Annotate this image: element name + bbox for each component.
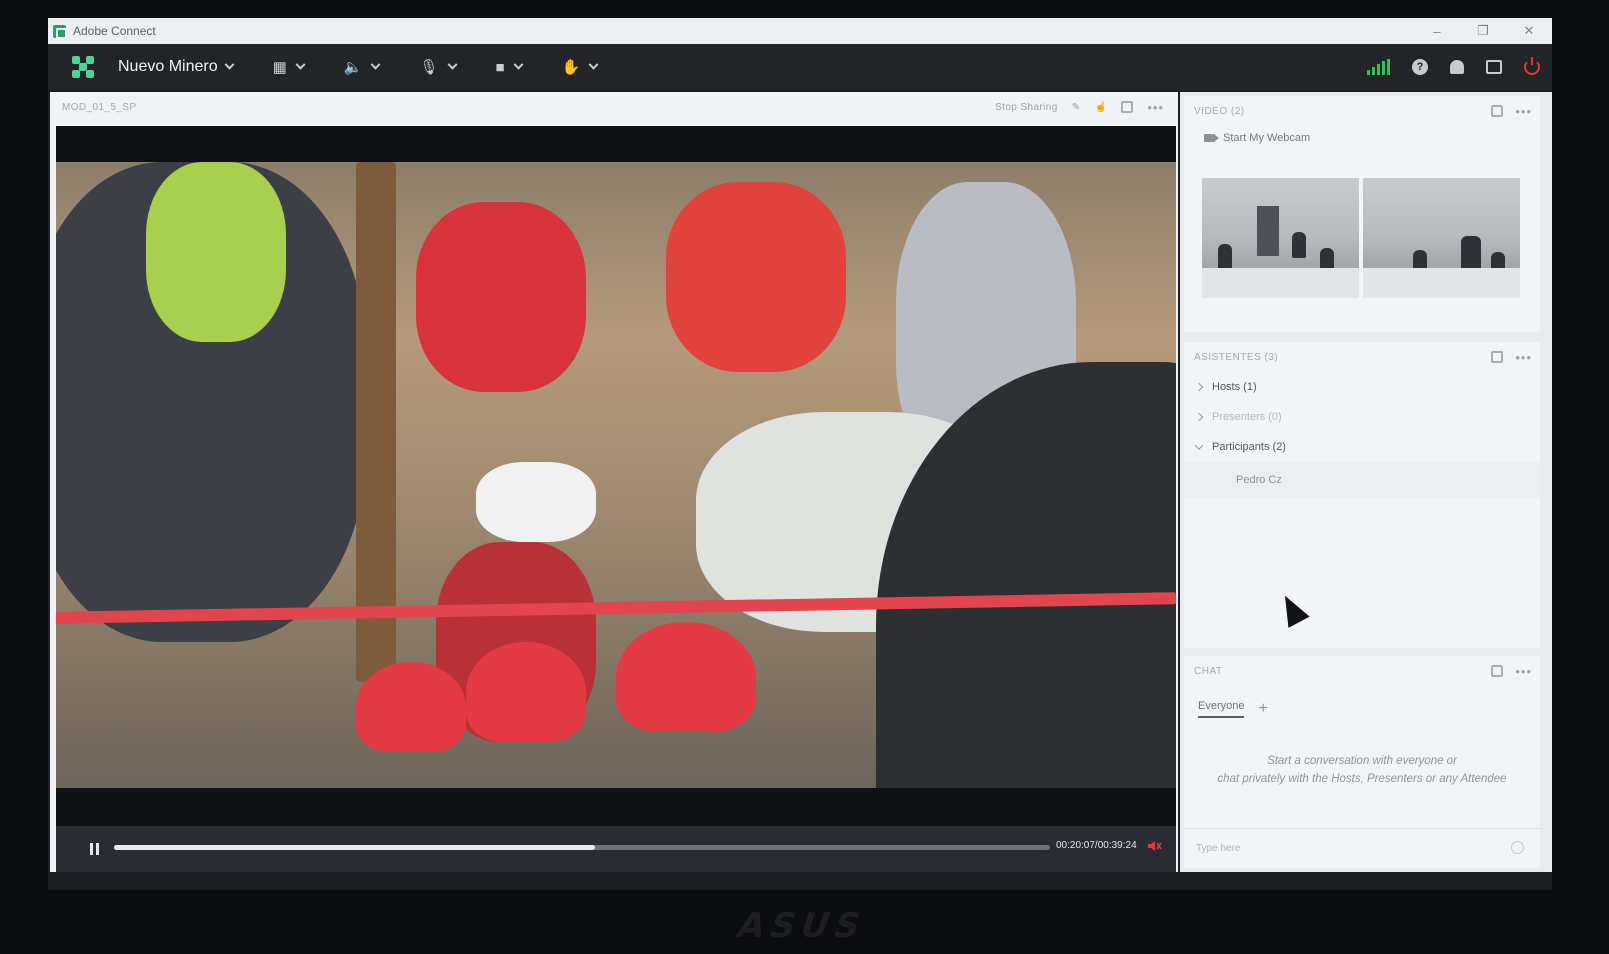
- help-icon[interactable]: ?: [1412, 59, 1428, 75]
- meeting-logo-icon[interactable]: [72, 56, 94, 78]
- video-thumbnails: [1202, 178, 1520, 298]
- maximize-pod-icon[interactable]: [1491, 665, 1504, 677]
- microphone-menu[interactable]: 🎙: [419, 58, 457, 76]
- share-pod: MOD_01_5_SP Stop Sharing ✎ ☝ ••• 00:20:0…: [50, 92, 1178, 872]
- attendee-group-presenters[interactable]: Presenters (0): [1184, 402, 1540, 432]
- minimize-icon[interactable]: –: [1414, 18, 1460, 44]
- stop-sharing-button[interactable]: Stop Sharing: [995, 102, 1058, 113]
- chevron-right-icon: [1194, 412, 1204, 422]
- window-title: Adobe Connect: [73, 24, 156, 38]
- attendee-row[interactable]: Pedro Cz: [1184, 462, 1540, 498]
- info-icon[interactable]: [1511, 841, 1524, 854]
- layouts-menu[interactable]: ▦: [272, 58, 306, 76]
- monitor-brand-logo: ASUS: [731, 906, 872, 946]
- chevron-down-icon: [295, 59, 306, 70]
- speaker-icon: 🔈: [343, 59, 363, 76]
- chat-input-placeholder: Type here: [1196, 843, 1241, 854]
- chat-empty-line: Start a conversation with everyone or: [1267, 755, 1457, 767]
- webcam-icon: [1204, 134, 1219, 142]
- video-timecode: 00:20:07/00:39:24: [1056, 840, 1137, 851]
- toolbar-right-icons: ?: [1367, 44, 1540, 90]
- attendee-group-participants[interactable]: Participants (2): [1184, 432, 1540, 462]
- video-progress-bar[interactable]: [114, 845, 1050, 850]
- chevron-down-icon: [1194, 441, 1204, 450]
- volume-muted-icon[interactable]: [1146, 838, 1162, 854]
- maximize-pod-icon[interactable]: [1491, 351, 1504, 363]
- pause-icon[interactable]: [90, 843, 99, 855]
- chevron-down-icon: [447, 59, 457, 70]
- share-pod-header: MOD_01_5_SP Stop Sharing ✎ ☝ •••: [50, 92, 1178, 122]
- attendee-name: Pedro Cz: [1236, 474, 1282, 486]
- close-icon[interactable]: ✕: [1506, 18, 1552, 44]
- chat-empty-message: Start a conversation with everyone or ch…: [1202, 752, 1522, 788]
- video-pod-title: VIDEO (2): [1194, 105, 1245, 117]
- chat-pod: CHAT ••• Everyone + Start a conversation…: [1184, 656, 1540, 868]
- window-titlebar: Adobe Connect – ❐ ✕: [48, 18, 1552, 44]
- video-thumbnail[interactable]: [1363, 178, 1520, 298]
- screen: Adobe Connect – ❐ ✕ Nuevo Minero ▦ 🔈 🎙 ■…: [48, 18, 1552, 890]
- camera-icon: ■: [495, 58, 505, 76]
- video-thumbnail[interactable]: [1202, 178, 1359, 298]
- attendees-pod: ASISTENTES (3) ••• Hosts (1) Presenters …: [1184, 342, 1540, 648]
- attendee-group-label: Presenters (0): [1212, 411, 1282, 423]
- chat-empty-line: chat privately with the Hosts, Presenter…: [1217, 773, 1507, 785]
- more-options-icon[interactable]: •••: [1515, 104, 1532, 119]
- more-options-icon[interactable]: •••: [1515, 664, 1532, 679]
- share-pod-actions: Stop Sharing ✎ ☝ •••: [995, 92, 1164, 122]
- video-progress-fill: [114, 845, 596, 850]
- video-player-controls: 00:20:07/00:39:24: [56, 826, 1176, 872]
- chat-tabs: Everyone +: [1198, 700, 1540, 718]
- share-pod-title: MOD_01_5_SP: [62, 101, 137, 113]
- fullscreen-icon[interactable]: [1486, 60, 1502, 74]
- attendee-group-label: Participants (2): [1212, 441, 1286, 453]
- meeting-toolbar: Nuevo Minero ▦ 🔈 🎙 ■ ✋ ?: [48, 44, 1552, 90]
- grid-icon: ▦: [272, 59, 287, 76]
- notifications-icon[interactable]: [1450, 60, 1464, 74]
- attendee-group-label: Hosts (1): [1212, 381, 1257, 393]
- more-options-icon[interactable]: •••: [1147, 100, 1164, 115]
- maximize-pod-icon[interactable]: [1121, 101, 1134, 113]
- chat-pod-header: CHAT •••: [1184, 656, 1540, 686]
- video-pod-header: VIDEO (2) •••: [1184, 96, 1540, 126]
- chevron-down-icon: [371, 59, 381, 70]
- add-chat-tab-icon[interactable]: +: [1258, 700, 1267, 718]
- draw-icon[interactable]: ✎: [1072, 102, 1081, 113]
- right-column: VIDEO (2) ••• Start My Webcam ASISTENTES…: [1180, 92, 1552, 872]
- restore-icon[interactable]: ❐: [1460, 18, 1506, 44]
- start-webcam-label: Start My Webcam: [1223, 132, 1311, 144]
- window-controls: – ❐ ✕: [1414, 18, 1552, 44]
- pointer-icon[interactable]: ☝: [1094, 102, 1107, 113]
- room-name: Nuevo Minero: [118, 58, 218, 75]
- raise-hand-icon: ✋: [561, 59, 581, 76]
- chat-input[interactable]: Type here: [1184, 828, 1540, 868]
- start-webcam-button[interactable]: Start My Webcam: [1204, 132, 1540, 144]
- attendees-pod-title: ASISTENTES (3): [1194, 351, 1279, 363]
- attendees-pod-actions: •••: [1491, 342, 1532, 372]
- video-pod: VIDEO (2) ••• Start My Webcam: [1184, 96, 1540, 332]
- adobe-connect-app-icon: [53, 24, 67, 39]
- chat-tab-everyone[interactable]: Everyone: [1198, 700, 1245, 718]
- chevron-down-icon: [224, 59, 235, 70]
- video-frame: [56, 162, 1176, 788]
- microphone-icon: 🎙: [419, 59, 439, 76]
- attendees-pod-header: ASISTENTES (3) •••: [1184, 342, 1540, 372]
- signal-bars-icon[interactable]: [1367, 59, 1390, 75]
- attendee-group-hosts[interactable]: Hosts (1): [1184, 372, 1540, 402]
- video-pod-actions: •••: [1491, 96, 1532, 126]
- chat-pod-actions: •••: [1491, 656, 1532, 686]
- speaker-menu[interactable]: 🔈: [343, 58, 381, 76]
- chat-pod-title: CHAT: [1194, 665, 1223, 677]
- chevron-right-icon: [1194, 382, 1204, 392]
- maximize-pod-icon[interactable]: [1491, 105, 1504, 117]
- chevron-down-icon: [513, 59, 524, 70]
- shared-video[interactable]: [56, 126, 1176, 826]
- chevron-down-icon: [588, 59, 599, 70]
- room-name-menu[interactable]: Nuevo Minero: [118, 58, 235, 76]
- camera-menu[interactable]: ■: [495, 58, 524, 76]
- raise-hand-menu[interactable]: ✋: [561, 58, 599, 76]
- power-icon[interactable]: [1524, 57, 1540, 75]
- more-options-icon[interactable]: •••: [1515, 350, 1532, 365]
